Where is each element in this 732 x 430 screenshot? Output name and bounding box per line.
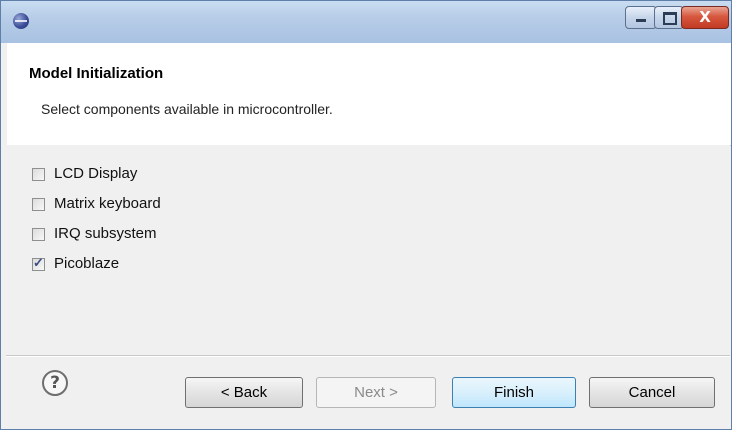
checkbox-box[interactable] bbox=[32, 255, 45, 271]
cancel-button[interactable]: Cancel bbox=[589, 377, 715, 408]
close-button[interactable]: X bbox=[681, 6, 729, 29]
checkbox-box[interactable] bbox=[32, 198, 45, 211]
minimize-icon bbox=[636, 19, 646, 22]
help-icon[interactable]: ? bbox=[42, 370, 68, 396]
checkbox-label: IRQ subsystem bbox=[54, 225, 157, 242]
checkbox-label: LCD Display bbox=[54, 165, 138, 182]
checkbox-box[interactable] bbox=[32, 228, 45, 241]
eclipse-icon bbox=[13, 13, 29, 29]
footer-separator bbox=[6, 355, 730, 357]
help-glyph: ? bbox=[50, 373, 60, 393]
checkbox-box[interactable] bbox=[32, 168, 45, 181]
page-description: Select components available in microcont… bbox=[41, 101, 333, 117]
maximize-icon bbox=[663, 12, 677, 25]
maximize-button[interactable] bbox=[654, 6, 684, 29]
checkbox-label: Matrix keyboard bbox=[54, 195, 161, 212]
back-button[interactable]: < Back bbox=[185, 377, 303, 408]
title-bar[interactable]: X bbox=[1, 1, 731, 43]
minimize-button[interactable] bbox=[625, 6, 657, 29]
finish-button[interactable]: Finish bbox=[452, 377, 576, 408]
components-panel: LCD Display Matrix keyboard IRQ subsyste… bbox=[6, 145, 730, 355]
checkbox-label: Picoblaze bbox=[54, 255, 120, 272]
close-icon: X bbox=[699, 8, 711, 26]
page-title: Model Initialization bbox=[29, 65, 164, 82]
next-button[interactable]: Next > bbox=[316, 377, 436, 408]
wizard-header: Model Initialization Select components a… bbox=[7, 43, 731, 146]
